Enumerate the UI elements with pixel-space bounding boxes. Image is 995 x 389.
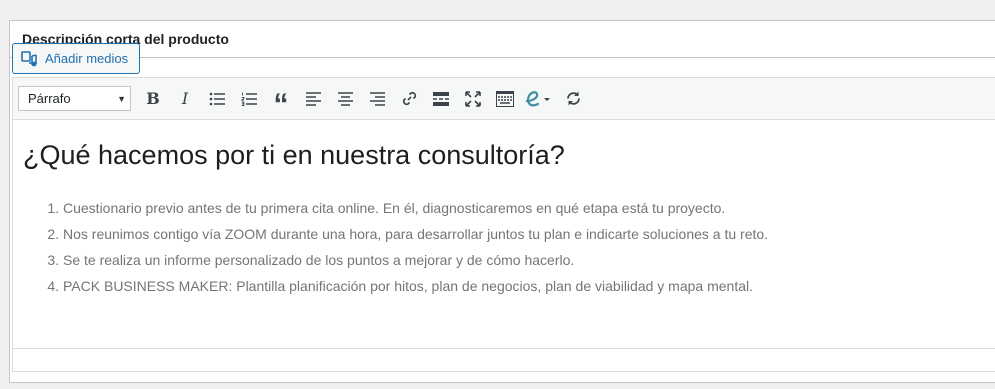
chevron-down-icon: ▼ [117,93,126,104]
align-right-icon [369,91,385,106]
fullscreen-button[interactable] [457,84,489,114]
add-media-label: Añadir medios [45,51,129,66]
toolbar-toggle-button[interactable] [489,84,521,114]
numbered-list-button[interactable] [233,84,265,114]
bold-icon: B [146,89,160,108]
blockquote-button[interactable]: “ [265,84,297,121]
list-item: Nos reunimos contigo vía ZOOM durante un… [63,221,995,247]
media-add-icon [21,50,39,68]
align-center-icon [337,91,353,106]
read-more-icon [433,91,449,106]
align-center-button[interactable] [329,84,361,114]
read-more-button[interactable] [425,84,457,114]
insert-link-button[interactable] [393,84,425,114]
editor-switch-button[interactable] [521,84,557,114]
fullscreen-icon [465,90,481,107]
rich-text-editor: Párrafo ▼ B I “ ¿Qué hacemos por ti en n… [12,77,995,349]
link-icon [402,91,416,106]
bullet-list-button[interactable] [201,84,233,114]
numbered-list-icon [241,92,257,106]
list-item: Cuestionario previo antes de tu primera … [63,195,995,221]
e-logo-icon [525,90,550,106]
editor-content[interactable]: ¿Qué hacemos por ti en nuestra consultor… [13,120,995,299]
editor-statusbar [12,349,995,372]
editor-toolbar: Párrafo ▼ B I “ [13,78,995,120]
list-item: Se te realiza un informe personalizado d… [63,247,995,273]
list-item: PACK BUSINESS MAKER: Plantilla planifica… [63,273,995,299]
add-media-button[interactable]: Añadir medios [12,43,140,74]
format-select-value: Párrafo [28,91,71,106]
format-select[interactable]: Párrafo ▼ [18,86,131,111]
italic-icon: I [181,89,189,108]
bullet-list-icon [209,92,225,105]
italic-button[interactable]: I [169,84,201,114]
align-left-icon [305,91,321,106]
align-left-button[interactable] [297,84,329,114]
align-right-button[interactable] [361,84,393,114]
keyboard-icon [496,90,514,107]
blockquote-icon: “ [273,87,289,121]
content-list: Cuestionario previo antes de tu primera … [23,195,995,299]
refresh-icon [566,91,580,106]
postbox-header: Descripción corta del producto [10,21,995,58]
refresh-button[interactable] [557,84,589,114]
bold-button[interactable]: B [137,84,169,114]
content-heading: ¿Qué hacemos por ti en nuestra consultor… [23,140,565,170]
